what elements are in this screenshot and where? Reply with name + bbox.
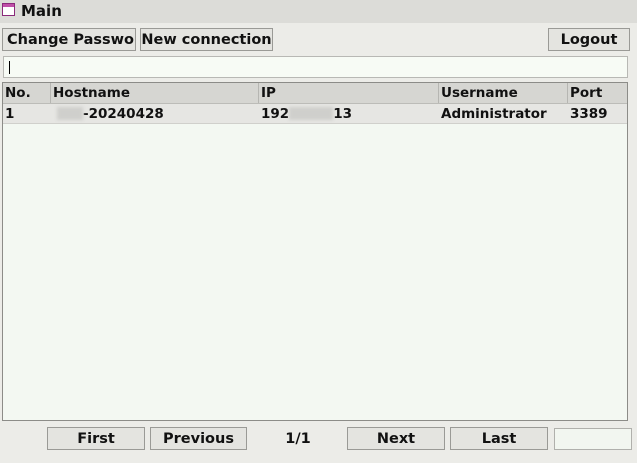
page-indicator: 1/1 <box>285 431 311 447</box>
cell-ip: 192 13 <box>259 104 439 123</box>
column-header-ip[interactable]: IP <box>259 83 439 103</box>
window-icon <box>2 3 15 16</box>
cell-username: Administrator <box>441 105 547 122</box>
redacted-text <box>289 107 334 120</box>
first-page-button[interactable]: First <box>47 427 145 450</box>
logout-button[interactable]: Logout <box>548 28 630 51</box>
table-row[interactable]: 1 -20240428 192 13 Administrator 3389 <box>3 104 627 124</box>
change-password-button[interactable]: Change Password <box>2 28 136 51</box>
cell-hostname: -20240428 <box>51 104 259 123</box>
last-page-button[interactable]: Last <box>450 427 548 450</box>
text-cursor <box>9 61 10 74</box>
hostname-suffix: -20240428 <box>83 105 164 122</box>
page-jump-input[interactable] <box>554 428 632 450</box>
window-title: Main <box>21 2 62 20</box>
table-header: No. Hostname IP Username Port <box>3 83 627 104</box>
column-header-port[interactable]: Port <box>568 83 627 103</box>
redacted-text <box>57 107 83 120</box>
ip-prefix: 192 <box>261 105 290 122</box>
column-header-username[interactable]: Username <box>439 83 568 103</box>
connections-table: No. Hostname IP Username Port 1 -2024042… <box>2 82 628 421</box>
next-page-button[interactable]: Next <box>347 427 445 450</box>
column-header-hostname[interactable]: Hostname <box>51 83 259 103</box>
new-connection-button[interactable]: New connection <box>140 28 273 51</box>
cell-no: 1 <box>5 105 15 122</box>
previous-page-button[interactable]: Previous <box>150 427 247 450</box>
column-header-no[interactable]: No. <box>3 83 51 103</box>
ip-suffix: 13 <box>333 105 352 122</box>
cell-port: 3389 <box>570 105 608 122</box>
main-window: Main Change Password New connection Logo… <box>0 0 637 463</box>
title-bar[interactable]: Main <box>0 0 637 23</box>
search-input[interactable] <box>3 56 628 78</box>
